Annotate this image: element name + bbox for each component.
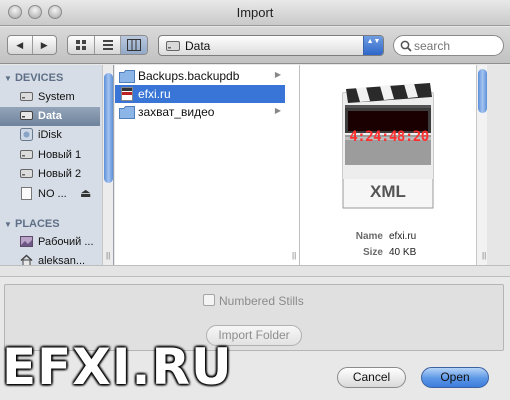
size-value: 40 KB — [389, 247, 417, 258]
sidebar-item-home[interactable]: aleksan... — [0, 252, 100, 265]
hard-drive-icon — [20, 111, 33, 120]
location-label: Data — [185, 39, 211, 53]
file-row-efxi[interactable]: efxi.ru — [115, 85, 285, 103]
back-arrow-icon: ◀ — [16, 39, 24, 50]
idisk-icon — [20, 128, 33, 141]
popup-arrows-icon: ▲▼ — [363, 36, 383, 55]
column-resize-grip[interactable]: || — [482, 251, 486, 260]
list-view-icon — [102, 40, 113, 50]
hard-drive-icon — [20, 92, 33, 101]
sidebar-item-idisk[interactable]: iDisk — [0, 126, 100, 145]
hard-drive-icon — [20, 150, 33, 159]
devices-section-header[interactable]: ▼ DEVICES — [4, 72, 63, 84]
eject-icon[interactable]: ⏏ — [80, 186, 91, 200]
window-title: Import — [236, 5, 274, 20]
title-bar: Import — [0, 0, 510, 26]
browser-scrollbar[interactable] — [476, 65, 487, 265]
file-column: Backups.backupdb ▶ efxi.ru захват_видео … — [115, 65, 300, 265]
column-view-icon — [127, 39, 142, 51]
timecode-display: 4:24:48:20 — [349, 129, 429, 145]
sidebar-item-desktop[interactable]: Рабочий ... — [0, 233, 100, 252]
search-input[interactable] — [414, 38, 500, 53]
places-section-header[interactable]: ▼ PLACES — [4, 218, 60, 230]
xml-badge: XML — [370, 182, 406, 201]
xml-file-icon — [121, 87, 133, 101]
disclosure-triangle-icon: ▼ — [4, 74, 12, 83]
folder-icon — [119, 70, 135, 83]
home-icon — [20, 254, 33, 265]
search-icon — [400, 40, 412, 52]
disk-icon — [21, 187, 32, 200]
sidebar-scrollbar[interactable] — [102, 65, 113, 265]
desktop-icon — [20, 236, 33, 247]
column-view-button[interactable] — [121, 36, 147, 54]
disclosure-arrow-icon: ▶ — [274, 106, 281, 115]
numbered-stills-checkbox[interactable] — [203, 294, 215, 306]
window-edge — [487, 65, 510, 265]
forward-arrow-icon: ▶ — [40, 39, 48, 50]
icon-view-button[interactable] — [68, 36, 95, 54]
back-button[interactable]: ◀ — [8, 36, 33, 54]
hard-drive-icon — [166, 41, 180, 51]
numbered-stills-label: Numbered Stills — [219, 294, 304, 308]
search-field[interactable] — [393, 35, 504, 56]
disclosure-arrow-icon: ▶ — [274, 70, 281, 79]
list-view-button[interactable] — [95, 36, 122, 54]
open-button[interactable]: Open — [421, 367, 489, 388]
location-popup[interactable]: Data ▲▼ — [158, 35, 384, 56]
preview-pane: 4:24:48:20 XML Name efxi.ru Size 40 KB — [300, 65, 487, 265]
column-resize-grip[interactable]: || — [292, 251, 296, 260]
file-row-zahvat-video[interactable]: захват_видео ▶ — [115, 103, 285, 121]
column-resize-grip[interactable]: || — [106, 251, 110, 260]
browser-scroll-thumb[interactable] — [478, 69, 487, 113]
toolbar: ◀ ▶ Data ▲▼ search — [0, 27, 510, 64]
icon-view-icon — [75, 40, 86, 50]
disclosure-triangle-icon: ▼ — [4, 220, 12, 229]
sidebar-item-novyi-1[interactable]: Новый 1 — [0, 146, 100, 165]
view-mode-control — [67, 35, 148, 55]
name-value: efxi.ru — [389, 231, 417, 242]
horizontal-scrollbar[interactable] — [0, 265, 510, 277]
sidebar-item-system[interactable]: System — [0, 88, 100, 107]
sidebar-item-no-name[interactable]: NO ... ⏏ — [0, 185, 100, 204]
watermark: EFXI.RU — [2, 338, 233, 396]
back-forward-control: ◀ ▶ — [7, 35, 57, 55]
hard-drive-icon — [20, 169, 33, 178]
sidebar-scroll-thumb[interactable] — [104, 73, 113, 183]
size-label: Size — [362, 247, 383, 258]
sidebar: ▼ DEVICES System Data iDisk Новый 1 Новы… — [0, 65, 114, 265]
name-label: Name — [355, 231, 383, 242]
file-row-backups[interactable]: Backups.backupdb ▶ — [115, 67, 285, 85]
sidebar-item-novyi-2[interactable]: Новый 2 — [0, 165, 100, 184]
sidebar-item-data[interactable]: Data — [0, 107, 100, 126]
folder-icon — [119, 106, 135, 119]
forward-button[interactable]: ▶ — [33, 36, 57, 54]
cancel-button[interactable]: Cancel — [337, 367, 406, 388]
import-dialog: Import ◀ ▶ Data ▲▼ search ▼ DEVICES Syst… — [0, 0, 510, 400]
